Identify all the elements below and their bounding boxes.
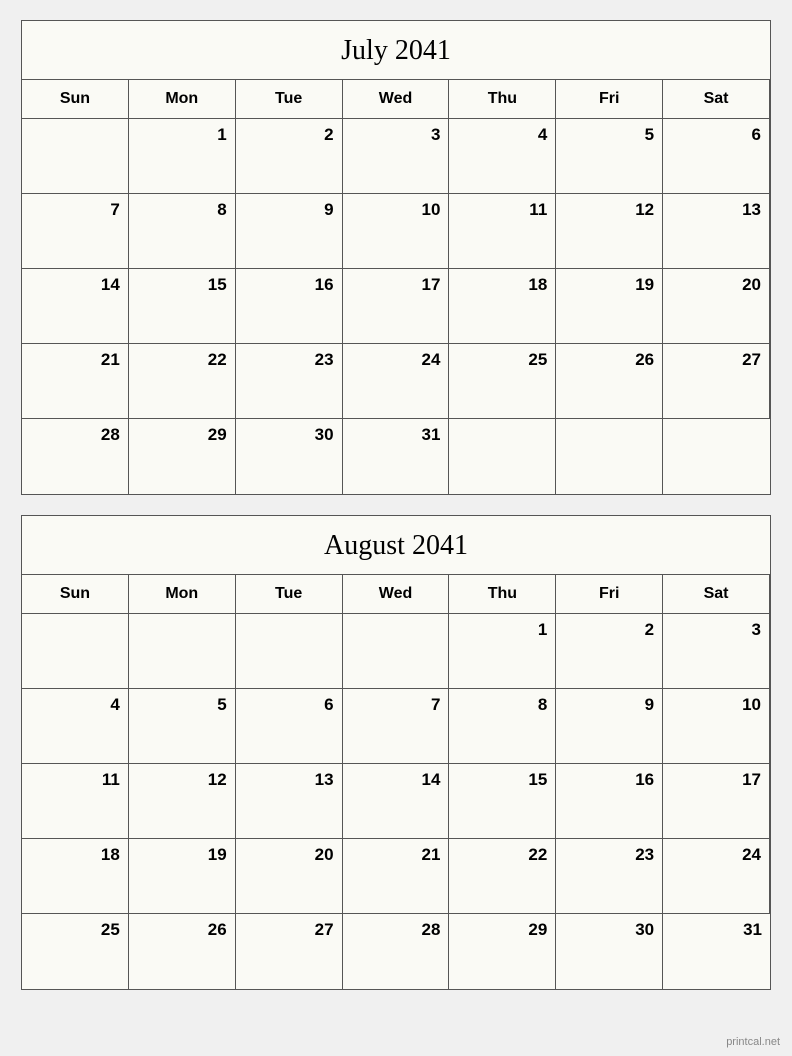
day-header-thu: Thu (449, 80, 556, 119)
day-cell-10: 10 (343, 194, 450, 269)
day-cell-4: 4 (22, 689, 129, 764)
day-cell-11: 11 (22, 764, 129, 839)
day-cell-19: 19 (556, 269, 663, 344)
day-cell-7: 7 (343, 689, 450, 764)
day-cell-30: 30 (236, 419, 343, 494)
day-cell-6: 6 (236, 689, 343, 764)
day-cell-16: 16 (556, 764, 663, 839)
day-cell-4: 4 (449, 119, 556, 194)
day-cell-empty (449, 419, 556, 494)
day-cell-13: 13 (663, 194, 770, 269)
day-cell-27: 27 (236, 914, 343, 989)
day-cell-20: 20 (236, 839, 343, 914)
day-header-tue: Tue (236, 575, 343, 614)
day-cell-25: 25 (22, 914, 129, 989)
day-cell-11: 11 (449, 194, 556, 269)
day-cell-1: 1 (129, 119, 236, 194)
day-cell-20: 20 (663, 269, 770, 344)
day-header-wed: Wed (343, 80, 450, 119)
day-cell-9: 9 (556, 689, 663, 764)
day-cell-14: 14 (22, 269, 129, 344)
day-header-sat: Sat (663, 80, 770, 119)
day-cell-15: 15 (449, 764, 556, 839)
day-cell-21: 21 (22, 344, 129, 419)
day-cell-6: 6 (663, 119, 770, 194)
day-cell-12: 12 (556, 194, 663, 269)
day-cell-22: 22 (449, 839, 556, 914)
day-cell-2: 2 (236, 119, 343, 194)
day-cell-22: 22 (129, 344, 236, 419)
day-header-fri: Fri (556, 575, 663, 614)
day-cell-18: 18 (449, 269, 556, 344)
day-header-tue: Tue (236, 80, 343, 119)
day-cell-23: 23 (556, 839, 663, 914)
calendar-august-2041: August 2041SunMonTueWedThuFriSat12345678… (21, 515, 771, 990)
calendar-grid-july-2041: SunMonTueWedThuFriSat1234567891011121314… (22, 80, 770, 494)
day-header-wed: Wed (343, 575, 450, 614)
day-cell-29: 29 (129, 419, 236, 494)
day-cell-empty (236, 614, 343, 689)
calendar-title-august-2041: August 2041 (22, 516, 770, 575)
day-cell-empty (556, 419, 663, 494)
calendar-grid-august-2041: SunMonTueWedThuFriSat1234567891011121314… (22, 575, 770, 989)
day-cell-31: 31 (663, 914, 770, 989)
day-cell-30: 30 (556, 914, 663, 989)
day-cell-empty (129, 614, 236, 689)
day-cell-7: 7 (22, 194, 129, 269)
day-cell-9: 9 (236, 194, 343, 269)
day-header-sun: Sun (22, 575, 129, 614)
day-cell-23: 23 (236, 344, 343, 419)
day-cell-29: 29 (449, 914, 556, 989)
day-cell-2: 2 (556, 614, 663, 689)
day-cell-empty (343, 614, 450, 689)
day-cell-28: 28 (343, 914, 450, 989)
day-cell-13: 13 (236, 764, 343, 839)
day-cell-24: 24 (343, 344, 450, 419)
calendar-july-2041: July 2041SunMonTueWedThuFriSat1234567891… (21, 20, 771, 495)
day-cell-3: 3 (343, 119, 450, 194)
day-cell-empty (663, 419, 770, 494)
day-cell-18: 18 (22, 839, 129, 914)
watermark: printcal.net (726, 1036, 780, 1048)
day-cell-16: 16 (236, 269, 343, 344)
day-cell-26: 26 (129, 914, 236, 989)
day-cell-17: 17 (663, 764, 770, 839)
day-cell-3: 3 (663, 614, 770, 689)
day-cell-12: 12 (129, 764, 236, 839)
day-header-fri: Fri (556, 80, 663, 119)
day-cell-15: 15 (129, 269, 236, 344)
day-header-sun: Sun (22, 80, 129, 119)
day-cell-25: 25 (449, 344, 556, 419)
day-cell-empty (22, 614, 129, 689)
day-cell-27: 27 (663, 344, 770, 419)
day-cell-5: 5 (556, 119, 663, 194)
day-header-mon: Mon (129, 80, 236, 119)
day-header-thu: Thu (449, 575, 556, 614)
day-cell-8: 8 (129, 194, 236, 269)
calendar-container: July 2041SunMonTueWedThuFriSat1234567891… (21, 20, 771, 990)
day-cell-21: 21 (343, 839, 450, 914)
day-cell-19: 19 (129, 839, 236, 914)
day-header-sat: Sat (663, 575, 770, 614)
day-cell-28: 28 (22, 419, 129, 494)
day-cell-8: 8 (449, 689, 556, 764)
day-cell-17: 17 (343, 269, 450, 344)
day-cell-14: 14 (343, 764, 450, 839)
day-cell-5: 5 (129, 689, 236, 764)
day-cell-24: 24 (663, 839, 770, 914)
calendar-title-july-2041: July 2041 (22, 21, 770, 80)
day-header-mon: Mon (129, 575, 236, 614)
day-cell-1: 1 (449, 614, 556, 689)
day-cell-31: 31 (343, 419, 450, 494)
day-cell-10: 10 (663, 689, 770, 764)
day-cell-26: 26 (556, 344, 663, 419)
day-cell-empty (22, 119, 129, 194)
